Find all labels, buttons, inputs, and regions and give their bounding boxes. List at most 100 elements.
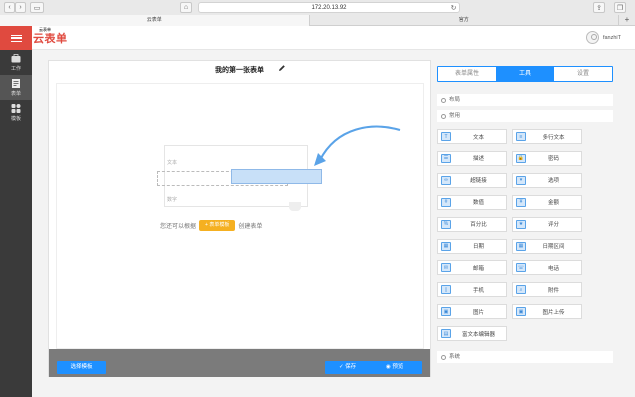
- field-tool-label: 手机: [472, 287, 484, 294]
- field-type-icon: ▯: [441, 285, 451, 295]
- logo-tooltip: 云表单: [38, 27, 52, 33]
- field-tool-label: 文本: [472, 134, 484, 141]
- field-tool-label: 多行文本: [542, 134, 565, 141]
- sidebar-item-label: 工作: [10, 65, 21, 72]
- tab-tools[interactable]: 工具: [496, 67, 554, 81]
- field-type-icon: ¥: [516, 197, 526, 207]
- field-tool-item[interactable]: ▦ 日期: [437, 238, 507, 254]
- ghost-label-text: 文本: [167, 160, 178, 166]
- section-common[interactable]: 常用: [437, 110, 613, 122]
- home-button[interactable]: ⌂: [180, 2, 192, 13]
- field-tool-item[interactable]: ✉ 邮箱: [437, 260, 507, 276]
- sidebar-item-template[interactable]: 模板: [0, 100, 32, 125]
- field-tool-label: 富文本编辑器: [461, 331, 495, 338]
- field-tool-item[interactable]: ≡ 多行文本: [512, 129, 582, 144]
- tab-official[interactable]: 官方: [310, 15, 619, 26]
- pencil-icon[interactable]: [278, 64, 286, 72]
- field-tool-item[interactable]: ▣ 图片: [437, 304, 507, 320]
- grid-icon: [11, 103, 21, 113]
- form-template-button[interactable]: + 表单模板: [199, 220, 236, 231]
- save-button[interactable]: ✓ 保存: [339, 361, 356, 374]
- field-tool-label: 附件: [547, 287, 559, 294]
- field-tool-item[interactable]: ▦ 日期区间: [512, 238, 582, 254]
- field-tool-label: 评分: [547, 222, 559, 229]
- sidebar-item-work[interactable]: 工作: [0, 50, 32, 75]
- field-tool-item[interactable]: # 数值: [437, 194, 507, 210]
- tab-strip: 云表单 官方 +: [0, 15, 635, 26]
- form-title[interactable]: 我的第一张表单: [49, 65, 430, 75]
- avatar[interactable]: [585, 31, 599, 44]
- field-type-icon: ☰: [441, 153, 451, 163]
- field-tool-item[interactable]: ⌕ 附件: [512, 282, 582, 298]
- field-type-icon: T: [441, 132, 451, 141]
- user-name[interactable]: fanzhiT: [603, 35, 621, 41]
- form-drop-area[interactable]: 文本 数字 您还可以根据 + 表单模板 创建表单: [56, 83, 424, 349]
- drag-arrow-icon: [314, 125, 401, 166]
- field-type-icon: ▾: [516, 175, 526, 185]
- field-tool-item[interactable]: ★ 评分: [512, 216, 582, 232]
- url-bar[interactable]: 172.20.13.92: [198, 2, 460, 13]
- tool-panel: 表单属性 工具 设置 布局 常用 T 文本 ≡ 多行文本 ☰ 描述 🔒 密码 ∞ 超链接 ▾ 选项 # 数…: [437, 60, 614, 380]
- ghost-label-number: 数字: [167, 197, 178, 203]
- hamburger-icon: [10, 34, 22, 42]
- sidebar-item-label: 模板: [10, 115, 21, 122]
- field-type-icon: ▦: [516, 241, 526, 251]
- field-type-icon: #: [441, 197, 451, 207]
- panel-tabs: 表单属性 工具 设置: [437, 66, 613, 82]
- field-tool-item[interactable]: ☏ 电话: [512, 260, 582, 276]
- field-tool-label: 密码: [547, 156, 559, 163]
- field-tool-item[interactable]: ∞ 超链接: [437, 172, 507, 188]
- tab-form-properties[interactable]: 表单属性: [438, 67, 496, 81]
- app-header: 云表单 云表单 fanzhiT: [0, 26, 635, 50]
- field-tool-item[interactable]: ¥ 金额: [512, 194, 582, 210]
- field-tool-item[interactable]: ▯ 手机: [437, 282, 507, 298]
- tab-yunbiaodan[interactable]: 云表单: [0, 15, 310, 26]
- template-hint: 您还可以根据 + 表单模板 创建表单: [160, 220, 262, 231]
- section-layout[interactable]: 布局: [437, 94, 613, 106]
- form-icon: [12, 78, 20, 88]
- field-tool-label: 日期区间: [542, 244, 565, 250]
- sidebar-item-form[interactable]: 表单: [0, 75, 32, 100]
- reload-icon[interactable]: ↻: [449, 2, 458, 13]
- forward-button[interactable]: ›: [15, 2, 26, 13]
- user-menu[interactable]: fanzhiT: [585, 31, 621, 44]
- preview-button[interactable]: ◉ 预览: [386, 361, 403, 374]
- field-tool-label: 图片上传: [542, 309, 565, 316]
- field-type-icon: ✉: [441, 263, 451, 273]
- field-tool-label: 日期: [472, 244, 484, 250]
- field-tool-item[interactable]: % 百分比: [437, 216, 507, 232]
- field-type-icon: ▤: [441, 329, 451, 339]
- field-tool-item[interactable]: ☰ 描述: [437, 150, 507, 166]
- field-tool-label: 超链接: [470, 178, 487, 185]
- field-tool-label: 金额: [547, 200, 559, 207]
- field-type-icon: %: [441, 219, 451, 229]
- field-tool-item[interactable]: ▾ 选项: [512, 172, 582, 188]
- ghost-dragging-field: [231, 169, 322, 184]
- expand-icon: [441, 97, 446, 103]
- field-tool-label: 选项: [547, 178, 559, 185]
- field-tool-label: 电话: [547, 265, 559, 272]
- field-tool-label: 百分比: [470, 222, 487, 229]
- field-tool-item[interactable]: 🔒 密码: [512, 150, 582, 166]
- section-system[interactable]: 系统: [437, 351, 613, 363]
- field-tool-item[interactable]: T 文本: [437, 129, 507, 144]
- sidebar-item-label: 表单: [10, 90, 21, 97]
- tab-settings[interactable]: 设置: [554, 67, 612, 81]
- field-type-icon: ⌕: [516, 285, 526, 295]
- choose-template-button[interactable]: 选择模板: [57, 361, 106, 374]
- hint-suffix: 创建表单: [238, 224, 263, 230]
- field-type-icon: ▣: [441, 307, 451, 317]
- field-tool-item[interactable]: ▤ 富文本编辑器: [437, 326, 507, 342]
- new-tab-button[interactable]: +: [619, 15, 635, 26]
- menu-button[interactable]: [0, 26, 32, 50]
- tabs-overview-button[interactable]: ❐: [614, 2, 626, 13]
- expand-icon: [441, 354, 446, 360]
- form-footer: 选择模板 ✓ 保存 ◉ 预览: [49, 349, 430, 377]
- field-tool-item[interactable]: ▣ 图片上传: [512, 304, 582, 320]
- sidebar-toggle-button[interactable]: ▭: [30, 2, 44, 13]
- browser-chrome: ‹ › ▭ ⌂ 172.20.13.92 ↻ ⇪ ❐ 云表单 官方 +: [0, 0, 635, 26]
- share-button[interactable]: ⇪: [593, 2, 605, 13]
- field-tool-label: 图片: [472, 309, 484, 316]
- field-type-icon: 🔒: [516, 153, 526, 163]
- back-button[interactable]: ‹: [4, 2, 15, 13]
